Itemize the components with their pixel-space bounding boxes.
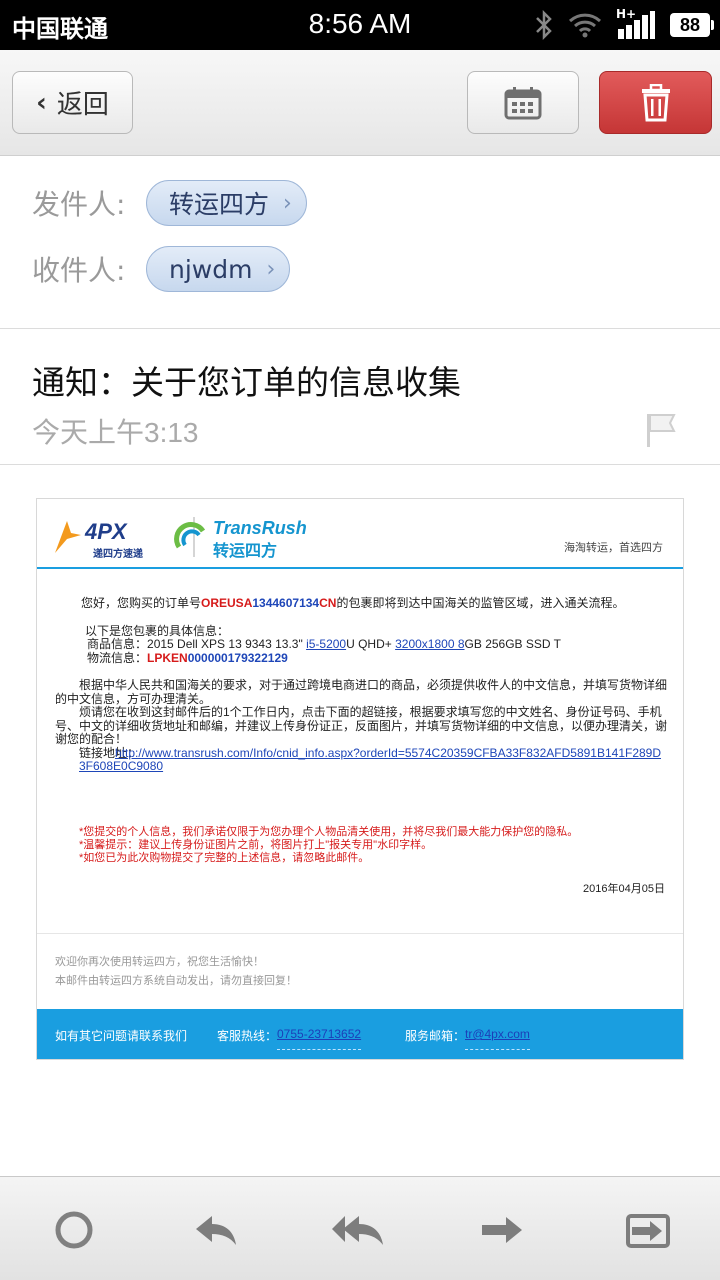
signal-icon: H+ [616,7,656,39]
email-banner: 4PX 递四方速递 TransRush 转运四方 海淘转运，首选四方 [37,499,683,569]
email-content: 您好，您购买的订单号OREUSA1344607134CN的包裹即将到达中国海关的… [55,596,668,896]
4px-mark-icon [55,521,81,553]
reply-all-icon [332,1216,383,1245]
footer-text: 欢迎你再次使用转运四方，祝您生活愉快！ 本邮件由转运四方系统自动发出，请勿直接回… [55,953,297,991]
wifi-icon [568,13,602,38]
order-prefix: OREUSA [201,596,253,610]
link-line: 链接地址：http://www.transrush.com/Info/cnid_… [55,746,667,774]
flag-icon[interactable] [645,412,677,448]
from-label: 发件人: [32,188,126,221]
divider [0,328,720,329]
info-link[interactable]: http://www.transrush.com/Info/cnid_info.… [79,746,661,774]
notes: *您提交的个人信息，我们承诺仅限于为您办理个人物品清关使用，并将尽我们最大能力保… [55,826,667,865]
transrush-en: TransRush [213,518,307,538]
paragraph: 烦请您在收到这封邮件后的1个工作日内，点击下面的超链接，根据要求填写您的中文姓名… [55,705,668,746]
calendar-icon [504,86,542,119]
transrush-logo: TransRush 转运四方 [213,518,307,561]
reply-icon [196,1216,236,1245]
4px-logo-text: 4PX [85,519,127,544]
back-label: 返回 [56,90,109,120]
divider [0,464,720,465]
4px-logo-sub: 递四方速递 [93,549,143,560]
to-row: 收件人: njwdm › [32,245,291,293]
status-icons: H+ 88 [534,7,714,40]
circle-icon [55,1211,93,1249]
from-row: 发件人: 转运四方 › [32,179,307,227]
bottom-toolbar [0,1176,720,1280]
email-label: 服务邮箱： [405,1029,466,1043]
greeting: 您好，您购买的订单号OREUSA1344607134CN的包裹即将到达中国海关的… [55,596,667,611]
chevron-right-icon: › [266,256,276,282]
back-button[interactable]: ‹ 返回 [12,71,133,134]
battery-icon: 88 [670,13,714,37]
goods-line: 商品信息：2015 Dell XPS 13 9343 13.3" i5-5200… [85,637,667,652]
note: *您提交的个人信息，我们承诺仅限于为您办理个人物品清关使用，并将尽我们最大能力保… [79,825,579,838]
footer-line: 欢迎你再次使用转运四方，祝您生活愉快！ [55,956,264,968]
hotline-label: 客服热线： [217,1029,278,1043]
reply-button[interactable] [186,1205,246,1255]
recipient-name: njwdm [169,254,253,284]
slogan: 海淘转运，首选四方 [564,542,663,554]
paragraph: 根据中华人民共和国海关的要求，对于通过跨境电商进口的商品，必须提供收件人的中文信… [55,678,668,706]
goods-text: 2015 Dell XPS 13 9343 13.3" [147,637,307,651]
move-icon [626,1214,670,1248]
chevron-right-icon: › [283,190,292,216]
goods-link[interactable]: i5-5200 [306,637,346,651]
tracking-number: 000000179322129 [187,650,288,665]
greeting-tail: 的包裹即将到达中国海关的监管区域，进入通关流程。 [336,596,625,610]
tracking-prefix: LPKEN [147,650,188,665]
toolbar: ‹ 返回 [0,50,720,156]
mail-date: 2016年04月05日 [583,882,665,895]
service-email-link[interactable]: tr@4px.com [465,1027,530,1050]
recipient-chip[interactable]: njwdm › [146,246,291,292]
transrush-mark-icon [174,522,206,549]
reply-all-button[interactable] [328,1205,388,1255]
bluetooth-icon [536,10,552,40]
forward-button[interactable] [472,1205,532,1255]
footer-line: 本邮件由转运四方系统自动发出，请勿直接回复！ [55,975,297,987]
move-button[interactable] [618,1205,678,1255]
note: *温馨提示：建议上传身份证图片之前，将图片打上"报关专用"水印字样。 [79,838,433,851]
email-body-card: 4PX 递四方速递 TransRush 转运四方 海淘转运，首选四方 您好，您购… [36,498,684,1060]
order-suffix: CN [319,596,337,610]
email-date: 今天上午3:13 [32,417,199,448]
status-bar: 中国联通 8:56 AM H+ 88 [0,0,720,50]
sender-name: 转运四方 [169,190,270,219]
contact-label: 如有其它问题请联系我们 [55,1029,188,1043]
hotline-link[interactable]: 0755-23713652 [277,1027,362,1050]
order-number: 1344607134 [252,596,320,610]
trash-icon [641,83,670,121]
package-info: 以下是您包裹的具体信息： 商品信息：2015 Dell XPS 13 9343 … [55,623,667,666]
calendar-button[interactable] [467,71,579,134]
logistics-line: 物流信息：LPKEN000000179322129 [85,650,667,666]
note: *如您已为此次购物提交了完整的上述信息，请忽略此邮件。 [79,851,370,864]
contact-bar: 如有其它问题请联系我们 客服热线： 0755-23713652 服务邮箱： tr… [37,1009,683,1059]
sender-chip[interactable]: 转运四方 › [146,180,307,226]
delete-button[interactable] [599,71,712,134]
greeting-text: 您好，您购买的订单号 [81,596,202,610]
chevron-left-icon: ‹ [36,87,47,118]
goods-link[interactable]: 3200x1800 8 [395,637,464,651]
goods-text: GB 256GB SSD T [464,637,562,651]
email-subject: 通知：关于您订单的信息收集 [32,363,461,402]
transrush-cn: 转运四方 [213,543,278,560]
info-title: 以下是您包裹的具体信息： [85,623,230,638]
forward-icon [482,1217,522,1243]
goods-label: 商品信息： [87,637,148,651]
divider [37,933,683,934]
to-label: 收件人: [32,254,126,287]
mark-button[interactable] [44,1205,104,1255]
4px-logo: 4PX 递四方速递 [55,519,143,560]
logistics-label: 物流信息： [87,650,148,665]
goods-text: U QHD+ [346,637,396,651]
